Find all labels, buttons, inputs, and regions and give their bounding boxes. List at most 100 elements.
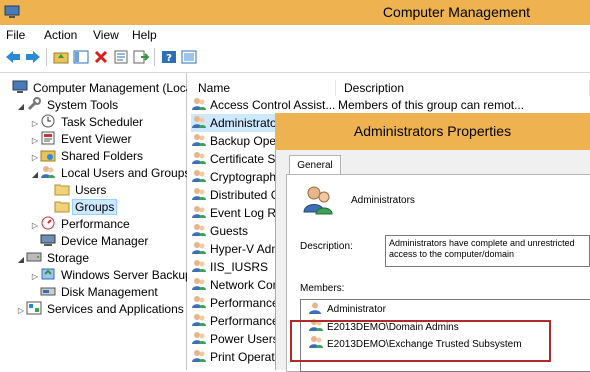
group-icon [191, 187, 207, 201]
group-icon [191, 259, 207, 273]
menu-action[interactable]: Action [44, 27, 77, 43]
tree-item[interactable]: ▷ Services and Applications [2, 301, 186, 318]
member-name: Administrator [327, 304, 386, 315]
shared-folder-icon [40, 148, 56, 162]
tree-item[interactable]: Groups [2, 199, 186, 216]
tree-item-label: Performance [61, 217, 130, 231]
tree-item-label: Device Manager [61, 234, 149, 248]
menu-help[interactable]: Help [132, 27, 157, 43]
group-icon [191, 205, 207, 219]
group-name-cell: Power Users [210, 332, 279, 346]
list-row[interactable]: Access Control Assist... Members of this … [191, 96, 590, 114]
tree-item[interactable]: ▷ Shared Folders [2, 148, 186, 165]
toolbar-separator [154, 48, 155, 66]
group-name-cell: Access Control Assist... [210, 98, 336, 112]
group-icon [191, 133, 207, 147]
group-icon [191, 295, 207, 309]
delete-icon[interactable] [92, 48, 110, 66]
description-field[interactable]: Administrators have complete and unrestr… [385, 235, 590, 267]
computer-management-icon [12, 80, 28, 94]
group-icon [191, 223, 207, 237]
tree-item[interactable]: ▷ Task Scheduler [2, 114, 186, 131]
tree-item[interactable]: ▷ Performance [2, 216, 186, 233]
properties-icon[interactable] [112, 48, 130, 66]
group-icon [191, 115, 207, 129]
performance-icon [40, 216, 56, 230]
tree-item-label: Disk Management [61, 285, 158, 299]
column-header-description[interactable]: Description [336, 80, 590, 96]
toolbar-separator [46, 48, 47, 66]
expand-toggle-icon[interactable]: ▷ [30, 149, 40, 166]
storage-icon [26, 250, 42, 264]
expand-toggle-icon[interactable]: ▷ [16, 302, 26, 319]
disk-icon [40, 284, 56, 298]
tree-item-label: Local Users and Groups [61, 166, 191, 180]
menu-file[interactable]: File [6, 27, 25, 43]
help-icon[interactable]: ? [160, 48, 178, 66]
tree-item-label: Services and Applications [47, 302, 184, 316]
forward-arrow-icon[interactable] [24, 48, 42, 66]
tree-item[interactable]: ◢ Local Users and Groups [2, 165, 190, 183]
group-icon [191, 277, 207, 291]
expand-toggle-icon[interactable]: ▷ [30, 268, 40, 285]
tree-item-label: Windows Server Backup [61, 268, 192, 282]
tree-item[interactable]: ▷ Windows Server Backup [2, 267, 192, 285]
export-list-icon[interactable] [132, 48, 150, 66]
group-icon [191, 151, 207, 165]
console-tree-items: Computer Management (Local ◢ System Tools ▷… [2, 80, 195, 318]
group-icon [191, 97, 207, 111]
group-icon [191, 331, 207, 345]
expand-toggle-icon[interactable]: ◢ [30, 166, 40, 183]
services-icon [26, 301, 42, 315]
menu-bar [0, 25, 590, 45]
expand-toggle-icon[interactable]: ◢ [16, 98, 26, 115]
tree-item[interactable]: ◢ Storage [2, 250, 186, 267]
folder-icon [54, 182, 70, 196]
svg-text:?: ? [166, 53, 172, 64]
dialog-title[interactable]: Administrators Properties [275, 113, 590, 150]
console-tree-icon[interactable] [180, 48, 198, 66]
tree-item-label: Task Scheduler [61, 115, 144, 129]
group-description-cell: Members of this group can remot... [338, 98, 525, 112]
expand-toggle-icon[interactable]: ▷ [30, 115, 40, 132]
expand-toggle-icon[interactable]: ◢ [16, 251, 26, 268]
tree-item-label: System Tools [47, 98, 119, 112]
tab-general[interactable]: General [289, 155, 341, 175]
back-arrow-icon[interactable] [4, 48, 22, 66]
group-icon [191, 241, 207, 255]
tree-item-label: Groups [71, 199, 118, 215]
description-label: Description: [300, 241, 353, 252]
tree-item[interactable]: Computer Management (Local [2, 80, 195, 97]
up-folder-icon[interactable] [52, 48, 70, 66]
tree-item-label: Event Viewer [61, 132, 132, 146]
event-viewer-icon [40, 131, 56, 145]
show-hide-tree-icon[interactable] [72, 48, 90, 66]
group-name-cell: IIS_IUSRS [210, 260, 269, 274]
column-header-name[interactable]: Name [190, 80, 336, 96]
tree-item[interactable]: ◢ System Tools [2, 97, 186, 114]
users-icon [40, 165, 56, 179]
tree-item-label: Computer Management (Local [33, 81, 196, 95]
clock-icon [40, 114, 56, 128]
tree-item-label: Shared Folders [61, 149, 144, 163]
tree-item[interactable]: ▷ Event Viewer [2, 131, 186, 148]
tools-icon [26, 97, 42, 111]
group-name: Administrators [351, 195, 415, 206]
tree-item-label: Users [75, 183, 107, 197]
group-icon [301, 182, 337, 218]
group-name-cell: Guests [210, 224, 249, 238]
user-icon [308, 302, 324, 314]
backup-icon [40, 267, 56, 281]
window-title: Computer Management [382, 4, 530, 20]
tree-item[interactable]: Device Manager [2, 233, 186, 250]
group-icon [191, 313, 207, 327]
tree-item[interactable]: Disk Management [2, 284, 186, 301]
device-manager-icon [40, 233, 56, 247]
tree-item-label: Storage [47, 251, 90, 265]
expand-toggle-icon[interactable]: ▷ [30, 132, 40, 149]
menu-view[interactable]: View [93, 27, 119, 43]
expand-toggle-icon[interactable]: ▷ [30, 217, 40, 234]
folder-icon [54, 199, 70, 213]
member-item[interactable]: Administrator [302, 301, 590, 318]
tree-item[interactable]: Users [2, 182, 186, 199]
